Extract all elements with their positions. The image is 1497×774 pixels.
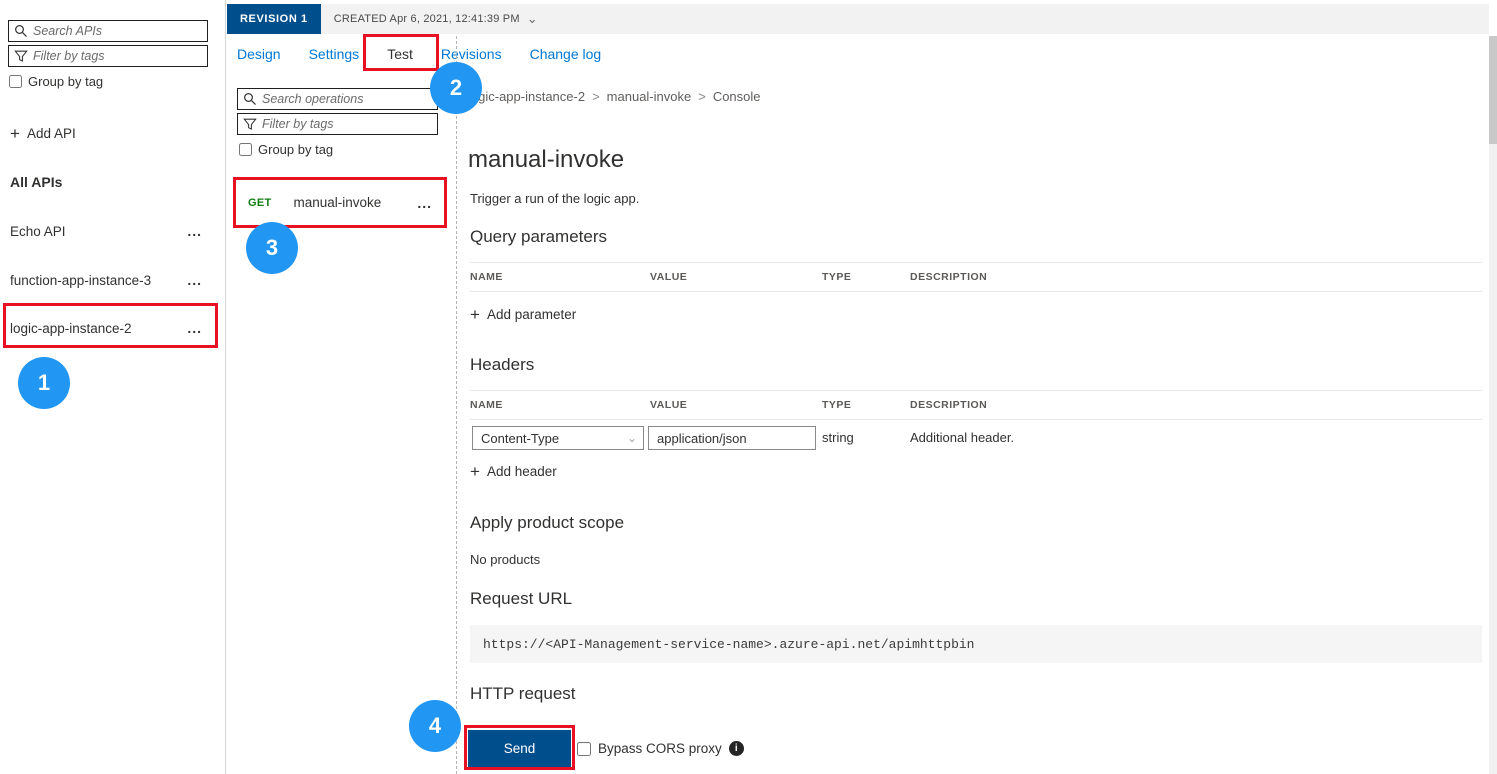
column-header-type: TYPE bbox=[822, 399, 910, 411]
step-badge-1: 1 bbox=[18, 357, 70, 409]
search-operations-box bbox=[237, 88, 438, 110]
filter-operations-box bbox=[237, 113, 438, 135]
more-menu-icon[interactable]: ... bbox=[417, 199, 432, 207]
request-url-box: https://<API-Management-service-name>.az… bbox=[470, 625, 1482, 663]
add-api-label: Add API bbox=[27, 126, 76, 141]
request-url-heading: Request URL bbox=[470, 589, 572, 609]
group-by-tag-operations-checkbox[interactable] bbox=[239, 143, 252, 156]
sidebar-item-function-app-instance-3[interactable]: function-app-instance-3 ... bbox=[10, 270, 202, 290]
search-icon bbox=[14, 24, 28, 38]
bypass-cors-label: Bypass CORS proxy bbox=[598, 741, 722, 756]
column-header-value: VALUE bbox=[650, 271, 822, 283]
revision-bar: REVISION 1 CREATED Apr 6, 2021, 12:41:39… bbox=[227, 4, 1489, 34]
sidebar-item-logic-app-instance-2[interactable]: logic-app-instance-2 ... bbox=[10, 318, 202, 338]
header-name-combobox[interactable]: Content-Type ⌄ bbox=[472, 426, 644, 450]
header-description-text: Additional header. bbox=[910, 426, 1014, 450]
group-by-tag-operations[interactable]: Group by tag bbox=[239, 142, 333, 157]
operation-label: manual-invoke bbox=[294, 195, 382, 210]
plus-icon: + bbox=[470, 463, 480, 480]
query-parameters-table-header: NAME VALUE TYPE DESCRIPTION bbox=[470, 262, 1482, 292]
filter-tags-box bbox=[8, 45, 208, 67]
breadcrumb: logic-app-instance-2 > manual-invoke > C… bbox=[468, 89, 761, 104]
column-header-name: NAME bbox=[470, 271, 650, 283]
add-api-button[interactable]: + Add API bbox=[10, 125, 76, 142]
group-by-tag-sidebar[interactable]: Group by tag bbox=[9, 74, 103, 89]
column-header-type: TYPE bbox=[822, 271, 910, 283]
column-header-description: DESCRIPTION bbox=[910, 271, 1482, 283]
add-header-button[interactable]: + Add header bbox=[470, 463, 557, 480]
group-by-tag-sidebar-label: Group by tag bbox=[28, 74, 103, 89]
sidebar-item-echo-api[interactable]: Echo API ... bbox=[10, 221, 202, 241]
send-button[interactable]: Send bbox=[468, 730, 571, 767]
scrollbar-thumb[interactable] bbox=[1489, 36, 1497, 144]
tab-revisions[interactable]: Revisions bbox=[441, 46, 502, 62]
add-parameter-button[interactable]: + Add parameter bbox=[470, 306, 576, 323]
filter-icon bbox=[14, 49, 28, 63]
filter-operations-input[interactable] bbox=[262, 117, 432, 131]
tab-settings[interactable]: Settings bbox=[309, 46, 360, 62]
breadcrumb-separator: > bbox=[698, 89, 706, 104]
header-value-input[interactable] bbox=[648, 426, 816, 450]
http-request-heading: HTTP request bbox=[470, 684, 576, 704]
column-header-name: NAME bbox=[470, 399, 650, 411]
search-icon bbox=[243, 92, 257, 106]
tab-bar: Design Settings Test Revisions Change lo… bbox=[237, 36, 601, 71]
product-scope-value: No products bbox=[470, 552, 540, 567]
operation-item-manual-invoke[interactable]: GET manual-invoke ... bbox=[236, 180, 444, 225]
plus-icon: + bbox=[470, 306, 480, 323]
chevron-down-icon[interactable]: ⌄ bbox=[527, 11, 538, 27]
plus-icon: + bbox=[10, 125, 20, 142]
step-badge-4: 4 bbox=[409, 700, 461, 752]
headers-heading: Headers bbox=[470, 355, 534, 375]
panel-divider bbox=[456, 36, 457, 774]
more-menu-icon[interactable]: ... bbox=[187, 227, 202, 235]
scrollbar-track[interactable] bbox=[1489, 36, 1497, 774]
api-item-label: Echo API bbox=[10, 224, 66, 239]
group-by-tag-sidebar-checkbox[interactable] bbox=[9, 75, 22, 88]
group-by-tag-operations-label: Group by tag bbox=[258, 142, 333, 157]
headers-table-header: NAME VALUE TYPE DESCRIPTION bbox=[470, 390, 1482, 420]
method-badge-get: GET bbox=[248, 197, 272, 209]
chevron-down-icon: ⌄ bbox=[627, 431, 637, 445]
api-item-label: function-app-instance-3 bbox=[10, 273, 151, 288]
app-window: Group by tag + Add API All APIs Echo API… bbox=[0, 0, 1497, 774]
created-label: CREATED Apr 6, 2021, 12:41:39 PM bbox=[334, 13, 520, 25]
breadcrumb-api[interactable]: logic-app-instance-2 bbox=[468, 89, 585, 104]
step-badge-3: 3 bbox=[246, 222, 298, 274]
column-header-value: VALUE bbox=[650, 399, 822, 411]
breadcrumb-console: Console bbox=[713, 89, 761, 104]
tab-test[interactable]: Test bbox=[387, 46, 413, 62]
filter-icon bbox=[243, 117, 257, 131]
request-url-text: https://<API-Management-service-name>.az… bbox=[483, 637, 974, 652]
header-type-text: string bbox=[822, 426, 854, 450]
step-badge-2: 2 bbox=[430, 62, 482, 114]
tab-design[interactable]: Design bbox=[237, 46, 281, 62]
operation-description: Trigger a run of the logic app. bbox=[470, 191, 639, 206]
breadcrumb-separator: > bbox=[592, 89, 600, 104]
search-apis-box bbox=[8, 20, 208, 42]
bypass-cors-checkbox[interactable] bbox=[577, 742, 591, 756]
api-item-label: logic-app-instance-2 bbox=[10, 321, 132, 336]
column-header-description: DESCRIPTION bbox=[910, 399, 1482, 411]
search-apis-input[interactable] bbox=[33, 24, 202, 38]
filter-tags-input[interactable] bbox=[33, 49, 202, 63]
product-scope-heading: Apply product scope bbox=[470, 513, 624, 533]
more-menu-icon[interactable]: ... bbox=[187, 276, 202, 284]
header-name-value: Content-Type bbox=[481, 431, 559, 446]
breadcrumb-operation[interactable]: manual-invoke bbox=[607, 89, 692, 104]
all-apis-heading: All APIs bbox=[10, 174, 62, 190]
page-title: manual-invoke bbox=[468, 146, 624, 174]
info-icon[interactable]: i bbox=[729, 741, 744, 756]
search-operations-input[interactable] bbox=[262, 92, 432, 106]
add-parameter-label: Add parameter bbox=[487, 307, 576, 322]
more-menu-icon[interactable]: ... bbox=[187, 324, 202, 332]
revision-badge: REVISION 1 bbox=[227, 4, 321, 34]
tab-changelog[interactable]: Change log bbox=[530, 46, 602, 62]
query-parameters-heading: Query parameters bbox=[470, 227, 607, 247]
add-header-label: Add header bbox=[487, 464, 557, 479]
bypass-cors-control[interactable]: Bypass CORS proxy i bbox=[577, 741, 744, 756]
